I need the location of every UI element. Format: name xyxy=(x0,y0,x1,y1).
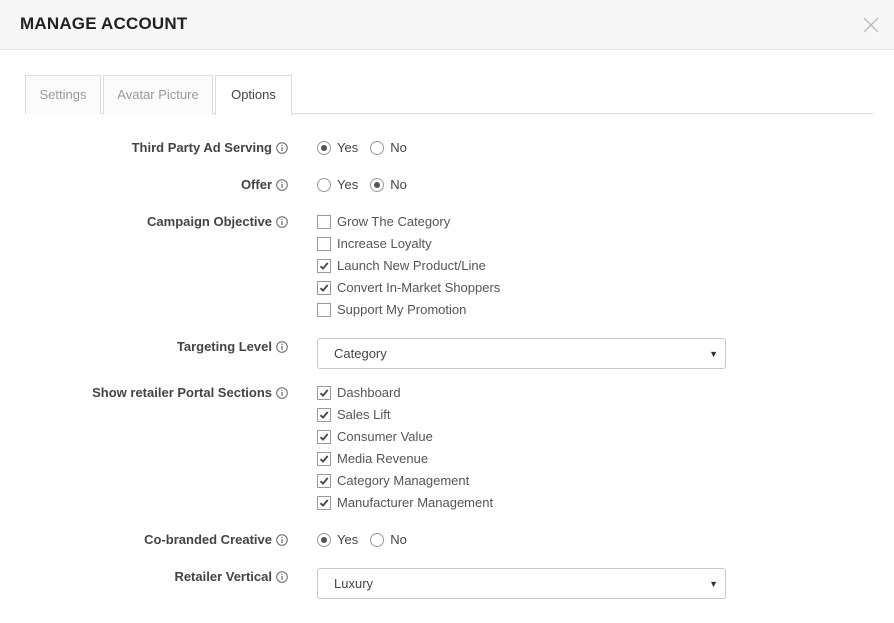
checkmark-icon xyxy=(319,283,329,292)
co-branded-creative-yes-radio[interactable] xyxy=(317,532,331,547)
retailer-vertical-value: Luxury xyxy=(334,576,374,591)
targeting-level-value: Category xyxy=(334,346,387,361)
radio-label-yes: Yes xyxy=(337,532,359,547)
portal-sections-label: Show retailer Portal Sections xyxy=(92,385,288,400)
co-branded-creative-radio-group: Yes No xyxy=(317,532,419,547)
checkmark-icon xyxy=(319,261,329,270)
caret-down-icon: ▼ xyxy=(709,349,718,359)
checkbox-label: Category Management xyxy=(337,473,470,488)
checkmark-icon xyxy=(319,410,329,419)
list-item: Media Revenue xyxy=(317,451,428,466)
radio-label-no: No xyxy=(390,140,407,155)
list-item: Manufacturer Management xyxy=(317,495,493,510)
offer-radio-group: Yes No xyxy=(317,177,419,192)
checkbox-label: Convert In-Market Shoppers xyxy=(337,280,501,295)
third-party-ad-serving-no-radio[interactable] xyxy=(370,140,385,155)
checkbox-label: Launch New Product/Line xyxy=(337,258,486,273)
info-icon[interactable] xyxy=(276,178,288,191)
checkmark-icon xyxy=(319,388,329,397)
retailer-vertical-text: Retailer Vertical xyxy=(174,569,272,584)
co-branded-creative-no-radio[interactable] xyxy=(370,532,385,547)
checkbox-label: Grow The Category xyxy=(337,214,451,229)
grow-the-category-checkbox[interactable] xyxy=(317,214,331,229)
consumer-value-checkbox[interactable] xyxy=(317,429,331,444)
third-party-ad-serving-yes-radio[interactable] xyxy=(317,140,331,155)
offer-no-radio[interactable] xyxy=(370,177,385,192)
list-item: Consumer Value xyxy=(317,429,433,444)
co-branded-creative-label: Co-branded Creative xyxy=(144,532,288,547)
offer-yes-radio[interactable] xyxy=(317,177,331,192)
radio-label-yes: Yes xyxy=(337,177,359,192)
tab-bar: Settings Avatar Picture Options xyxy=(25,75,873,115)
radio-label-no: No xyxy=(390,532,407,547)
co-branded-creative-text: Co-branded Creative xyxy=(144,532,272,547)
info-icon[interactable] xyxy=(276,386,288,399)
checkbox-label: Media Revenue xyxy=(337,451,429,466)
increase-loyalty-checkbox[interactable] xyxy=(317,236,331,251)
modal-title: MANAGE ACCOUNT xyxy=(20,14,188,33)
third-party-ad-serving-radio-group: Yes No xyxy=(317,140,419,155)
offer-label: Offer xyxy=(241,177,288,192)
checkmark-icon xyxy=(319,432,329,441)
radio-label-no: No xyxy=(390,177,407,192)
targeting-level-label: Targeting Level xyxy=(177,339,288,354)
list-item: Dashboard xyxy=(317,385,401,400)
convert-in-market-shoppers-checkbox[interactable] xyxy=(317,280,331,295)
tab-options[interactable]: Options xyxy=(215,75,292,115)
checkmark-icon xyxy=(319,454,329,463)
checkbox-label: Consumer Value xyxy=(337,429,433,444)
checkbox-label: Increase Loyalty xyxy=(337,236,432,251)
category-management-checkbox[interactable] xyxy=(317,473,331,488)
checkbox-label: Support My Promotion xyxy=(337,302,467,317)
tab-avatar-picture[interactable]: Avatar Picture xyxy=(103,75,213,114)
checkmark-icon xyxy=(319,476,329,485)
info-icon[interactable] xyxy=(276,533,288,546)
close-icon[interactable] xyxy=(862,16,880,34)
targeting-level-select[interactable]: Category ▼ xyxy=(317,338,726,369)
list-item: Support My Promotion xyxy=(317,302,466,317)
list-item: Convert In-Market Shoppers xyxy=(317,280,500,295)
info-icon[interactable] xyxy=(276,215,288,228)
manufacturer-management-checkbox[interactable] xyxy=(317,495,331,510)
list-item: Grow The Category xyxy=(317,214,450,229)
modal-header: MANAGE ACCOUNT xyxy=(0,0,894,50)
tab-settings[interactable]: Settings xyxy=(25,75,101,114)
info-icon[interactable] xyxy=(276,570,288,583)
campaign-objective-text: Campaign Objective xyxy=(147,214,272,229)
checkbox-label: Manufacturer Management xyxy=(337,495,494,510)
info-icon[interactable] xyxy=(276,141,288,154)
radio-label-yes: Yes xyxy=(337,140,359,155)
checkmark-icon xyxy=(319,498,329,507)
list-item: Increase Loyalty xyxy=(317,236,432,251)
checkbox-label: Dashboard xyxy=(337,385,401,400)
third-party-ad-serving-text: Third Party Ad Serving xyxy=(131,140,272,155)
support-my-promotion-checkbox[interactable] xyxy=(317,302,331,317)
sales-lift-checkbox[interactable] xyxy=(317,407,331,422)
list-item: Launch New Product/Line xyxy=(317,258,486,273)
dashboard-checkbox[interactable] xyxy=(317,385,331,400)
launch-new-product-checkbox[interactable] xyxy=(317,258,331,273)
list-item: Category Management xyxy=(317,473,469,488)
checkbox-label: Sales Lift xyxy=(337,407,391,422)
retailer-vertical-select[interactable]: Luxury ▼ xyxy=(317,568,726,599)
portal-sections-text: Show retailer Portal Sections xyxy=(92,385,272,400)
info-icon[interactable] xyxy=(276,340,288,353)
offer-text: Offer xyxy=(240,177,272,192)
third-party-ad-serving-label: Third Party Ad Serving xyxy=(132,140,288,155)
retailer-vertical-label: Retailer Vertical xyxy=(174,569,288,584)
targeting-level-text: Targeting Level xyxy=(176,339,272,354)
media-revenue-checkbox[interactable] xyxy=(317,451,331,466)
caret-down-icon: ▼ xyxy=(709,579,718,589)
list-item: Sales Lift xyxy=(317,407,390,422)
campaign-objective-label: Campaign Objective xyxy=(147,214,288,229)
